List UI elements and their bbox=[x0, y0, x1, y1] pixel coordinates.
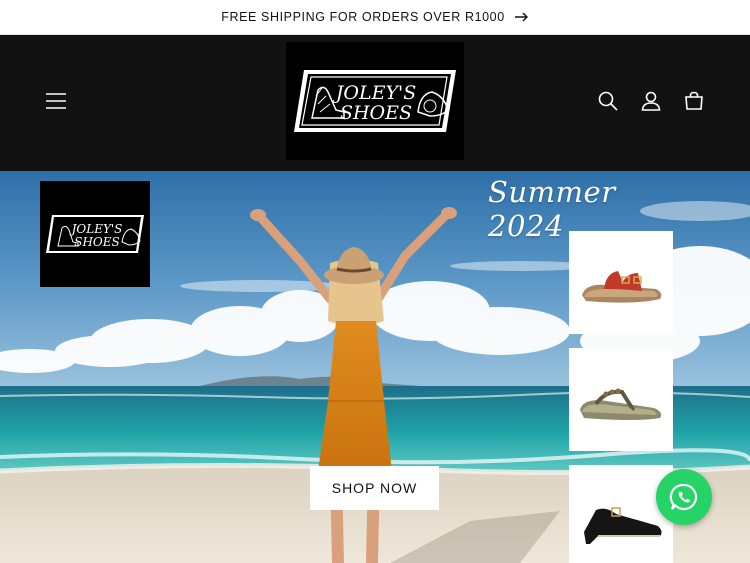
product-card-black-sandal[interactable] bbox=[569, 465, 673, 563]
hero-banner: JOLEY'S SHOES Summer 2024 SHOP NOW bbox=[0, 171, 750, 563]
whatsapp-button[interactable] bbox=[656, 469, 712, 525]
product-card-olive-sandal[interactable] bbox=[569, 348, 673, 451]
hero-logo: JOLEY'S SHOES bbox=[40, 181, 150, 287]
announcement-text: FREE SHIPPING FOR ORDERS OVER R1000 bbox=[221, 10, 505, 24]
whatsapp-icon bbox=[669, 483, 698, 511]
search-button[interactable] bbox=[592, 85, 624, 117]
arrow-right-icon bbox=[514, 12, 528, 22]
shop-now-button[interactable]: SHOP NOW bbox=[310, 466, 439, 510]
header-icons bbox=[592, 85, 710, 117]
cart-button[interactable] bbox=[678, 85, 710, 117]
site-header: JOLEY'S SHOES bbox=[0, 35, 750, 171]
menu-button[interactable] bbox=[40, 85, 72, 117]
hero-logo-line2: SHOES bbox=[74, 235, 120, 249]
announcement-bar: FREE SHIPPING FOR ORDERS OVER R1000 bbox=[0, 0, 750, 35]
cart-icon bbox=[685, 91, 703, 110]
account-icon bbox=[641, 91, 661, 111]
hero-logo-line1: JOLEY'S bbox=[69, 222, 123, 236]
site-logo[interactable]: JOLEY'S SHOES bbox=[286, 42, 464, 160]
announcement-link[interactable]: FREE SHIPPING FOR ORDERS OVER R1000 bbox=[221, 10, 529, 24]
logo-text-line1: JOLEY'S bbox=[332, 82, 416, 104]
joleys-shoes-logo-small: JOLEY'S SHOES bbox=[46, 215, 144, 253]
product-card-red-sandal[interactable] bbox=[569, 231, 673, 334]
black-buckle-sandal-image bbox=[584, 507, 662, 544]
search-icon bbox=[598, 91, 618, 111]
joleys-shoes-logo: JOLEY'S SHOES bbox=[294, 70, 456, 132]
red-sandal-image bbox=[582, 270, 662, 303]
account-button[interactable] bbox=[635, 85, 667, 117]
olive-thong-sandal-image bbox=[580, 388, 662, 420]
logo-text-line2: SHOES bbox=[340, 102, 412, 124]
hamburger-menu-icon bbox=[46, 93, 66, 109]
